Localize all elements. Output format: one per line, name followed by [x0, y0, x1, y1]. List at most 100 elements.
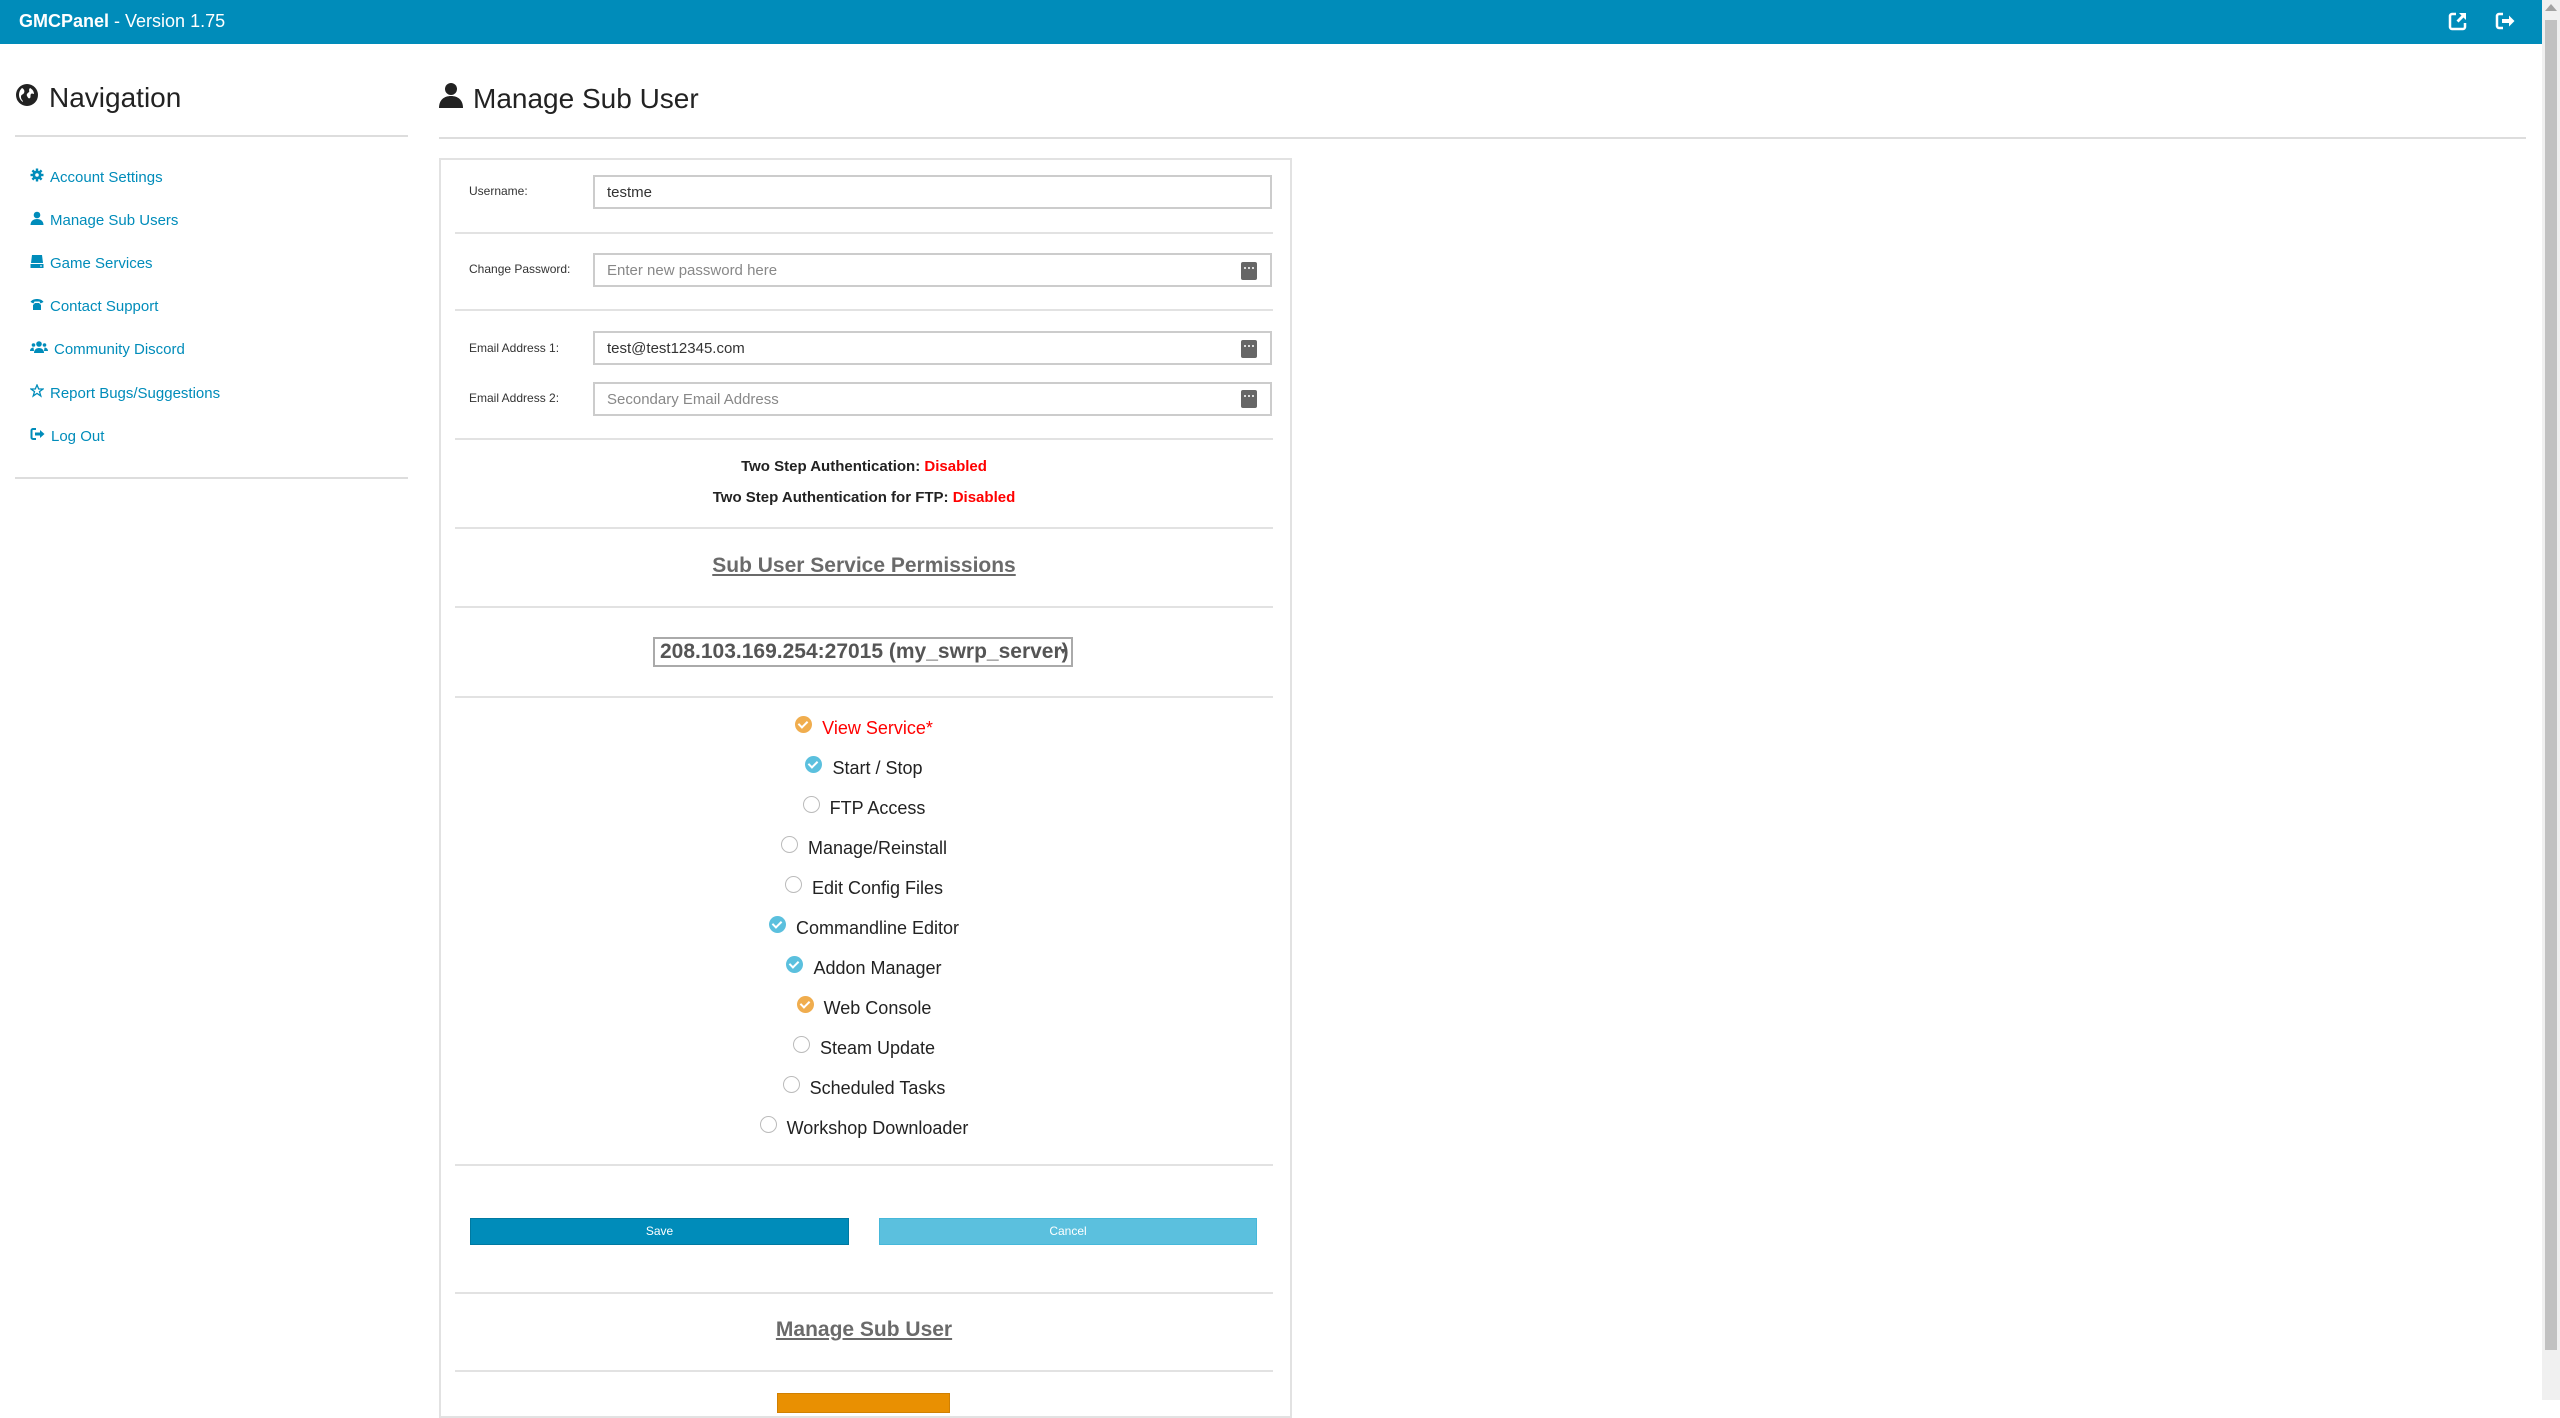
checkbox-checked-icon[interactable]	[805, 756, 823, 773]
checkbox-unchecked-icon[interactable]	[802, 796, 820, 813]
checkbox-checked-icon[interactable]	[795, 716, 813, 733]
sign-out-icon	[30, 427, 45, 445]
sidebar-item-game-services[interactable]: Game Services	[30, 254, 153, 272]
two-step-status: Disabled	[924, 458, 987, 475]
checkbox-unchecked-icon[interactable]	[792, 1036, 810, 1053]
phone-icon	[30, 297, 44, 315]
brand-name: GMCPanel	[19, 11, 110, 31]
permission-item[interactable]: View Service*	[455, 716, 1273, 739]
permission-item[interactable]: Workshop Downloader	[455, 1116, 1273, 1139]
username-label: Username:	[469, 184, 528, 198]
sidebar-item-label: Community Discord	[54, 340, 185, 358]
manage-sub-user-title[interactable]: Manage Sub User	[455, 1318, 1273, 1342]
star-icon	[29, 383, 45, 402]
form-divider	[455, 696, 1273, 698]
email1-input[interactable]	[593, 331, 1272, 365]
form-divider	[455, 606, 1273, 608]
users-icon	[30, 340, 48, 358]
change-password-label: Change Password:	[469, 262, 571, 276]
hdd-icon	[30, 254, 44, 272]
permission-item[interactable]: Start / Stop	[455, 756, 1273, 779]
version-label: - Version 1.75	[109, 11, 226, 31]
page-title: Manage Sub User	[439, 82, 699, 115]
permission-label: Web Console	[823, 998, 932, 1018]
sidebar-divider-top	[15, 135, 408, 137]
sidebar-item-account-settings[interactable]: Account Settings	[30, 168, 163, 186]
sidebar-item-community-discord[interactable]: Community Discord	[30, 340, 185, 358]
two-step-ftp-value: Disabled	[952, 489, 1016, 506]
form-divider	[455, 1164, 1273, 1166]
checkbox-unchecked-icon[interactable]	[780, 836, 798, 853]
two-step-label: Two Step Authentication:	[741, 458, 925, 475]
sign-out-icon[interactable]	[2494, 10, 2516, 32]
page-title-text: Manage Sub User	[473, 82, 699, 114]
two-step-ftp-label: Two Step Authentication for FTP:	[712, 489, 953, 506]
sidebar-item-label: Report Bugs/Suggestions	[50, 384, 221, 402]
permission-item[interactable]: Commandline Editor	[455, 916, 1273, 939]
permission-item[interactable]: Edit Config Files	[455, 876, 1273, 899]
user-icon	[30, 211, 44, 229]
save-button[interactable]: Save	[470, 1218, 849, 1245]
permission-label: Commandline Editor	[795, 918, 960, 938]
checkbox-checked-icon[interactable]	[786, 956, 804, 973]
sidebar-title: Navigation	[15, 82, 181, 114]
permission-item[interactable]: Manage/Reinstall	[455, 836, 1273, 859]
checkbox-unchecked-icon[interactable]	[759, 1116, 777, 1133]
app-title[interactable]: GMCPanel - Version 1.75	[19, 11, 225, 32]
form-divider	[455, 232, 1273, 234]
scrollbar-thumb[interactable]	[2545, 20, 2557, 1350]
sidebar-item-log-out[interactable]: Log Out	[30, 427, 104, 445]
cancel-button[interactable]: Cancel	[879, 1218, 1257, 1245]
sidebar-item-contact-support[interactable]: Contact Support	[30, 297, 158, 315]
sidebar-item-report-bugs[interactable]: Report Bugs/Suggestions	[29, 383, 221, 402]
permission-label: Start / Stop	[832, 758, 923, 778]
two-step-ftp-status: Two Step Authentication for FTP: Disable…	[455, 489, 1273, 506]
permission-label: FTP Access	[829, 798, 926, 818]
permission-label: Addon Manager	[813, 958, 942, 978]
email1-label: Email Address 1:	[469, 341, 560, 355]
change-password-input[interactable]	[593, 253, 1272, 287]
password-manager-icon[interactable]	[1241, 262, 1257, 280]
email2-label: Email Address 2:	[469, 391, 560, 405]
sidebar-item-label: Manage Sub Users	[50, 211, 179, 229]
permission-item[interactable]: FTP Access	[455, 796, 1273, 819]
checkbox-checked-icon[interactable]	[768, 916, 786, 933]
password-manager-icon[interactable]	[1241, 340, 1257, 358]
permissions-title[interactable]: Sub User Service Permissions	[455, 554, 1273, 578]
permission-label: Edit Config Files	[811, 878, 944, 898]
globe-icon	[15, 82, 39, 114]
permission-item[interactable]: Web Console	[455, 996, 1273, 1019]
checkbox-unchecked-icon[interactable]	[784, 876, 802, 893]
permission-label: Scheduled Tasks	[809, 1078, 946, 1098]
form-divider	[455, 309, 1273, 311]
email2-input[interactable]	[593, 382, 1272, 416]
permission-item[interactable]: Addon Manager	[455, 956, 1273, 979]
sidebar-divider-bottom	[15, 477, 408, 479]
external-link-icon[interactable]	[2447, 10, 2469, 32]
sidebar-item-label: Account Settings	[50, 168, 163, 186]
form-divider	[455, 438, 1273, 440]
permission-label: Steam Update	[819, 1038, 936, 1058]
scroll-up-arrow-icon[interactable]	[2545, 4, 2557, 11]
sidebar-title-text: Navigation	[49, 82, 182, 113]
user-icon	[439, 82, 463, 115]
checkbox-unchecked-icon[interactable]	[782, 1076, 800, 1093]
permission-label: Workshop Downloader	[786, 1118, 969, 1138]
form-divider	[455, 527, 1273, 529]
username-input[interactable]	[593, 175, 1272, 209]
sidebar-item-label: Game Services	[50, 254, 153, 272]
checkbox-checked-icon[interactable]	[796, 996, 814, 1013]
main-divider	[439, 137, 2526, 139]
sidebar-item-label: Contact Support	[50, 297, 159, 315]
manage-action-button[interactable]	[777, 1393, 950, 1413]
permission-item[interactable]: Steam Update	[455, 1036, 1273, 1059]
permission-label: View Service*	[822, 718, 933, 738]
password-manager-icon[interactable]	[1241, 390, 1257, 408]
sidebar-item-label: Log Out	[51, 427, 105, 445]
permission-item[interactable]: Scheduled Tasks	[455, 1076, 1273, 1099]
service-select[interactable]: 208.103.169.254:27015 (my_swrp_server)	[653, 637, 1073, 667]
sidebar-item-manage-sub-users[interactable]: Manage Sub Users	[30, 211, 178, 229]
gear-icon	[30, 168, 44, 186]
form-divider	[455, 1292, 1273, 1294]
two-step-auth-status: Two Step Authentication: Disabled	[455, 458, 1273, 475]
